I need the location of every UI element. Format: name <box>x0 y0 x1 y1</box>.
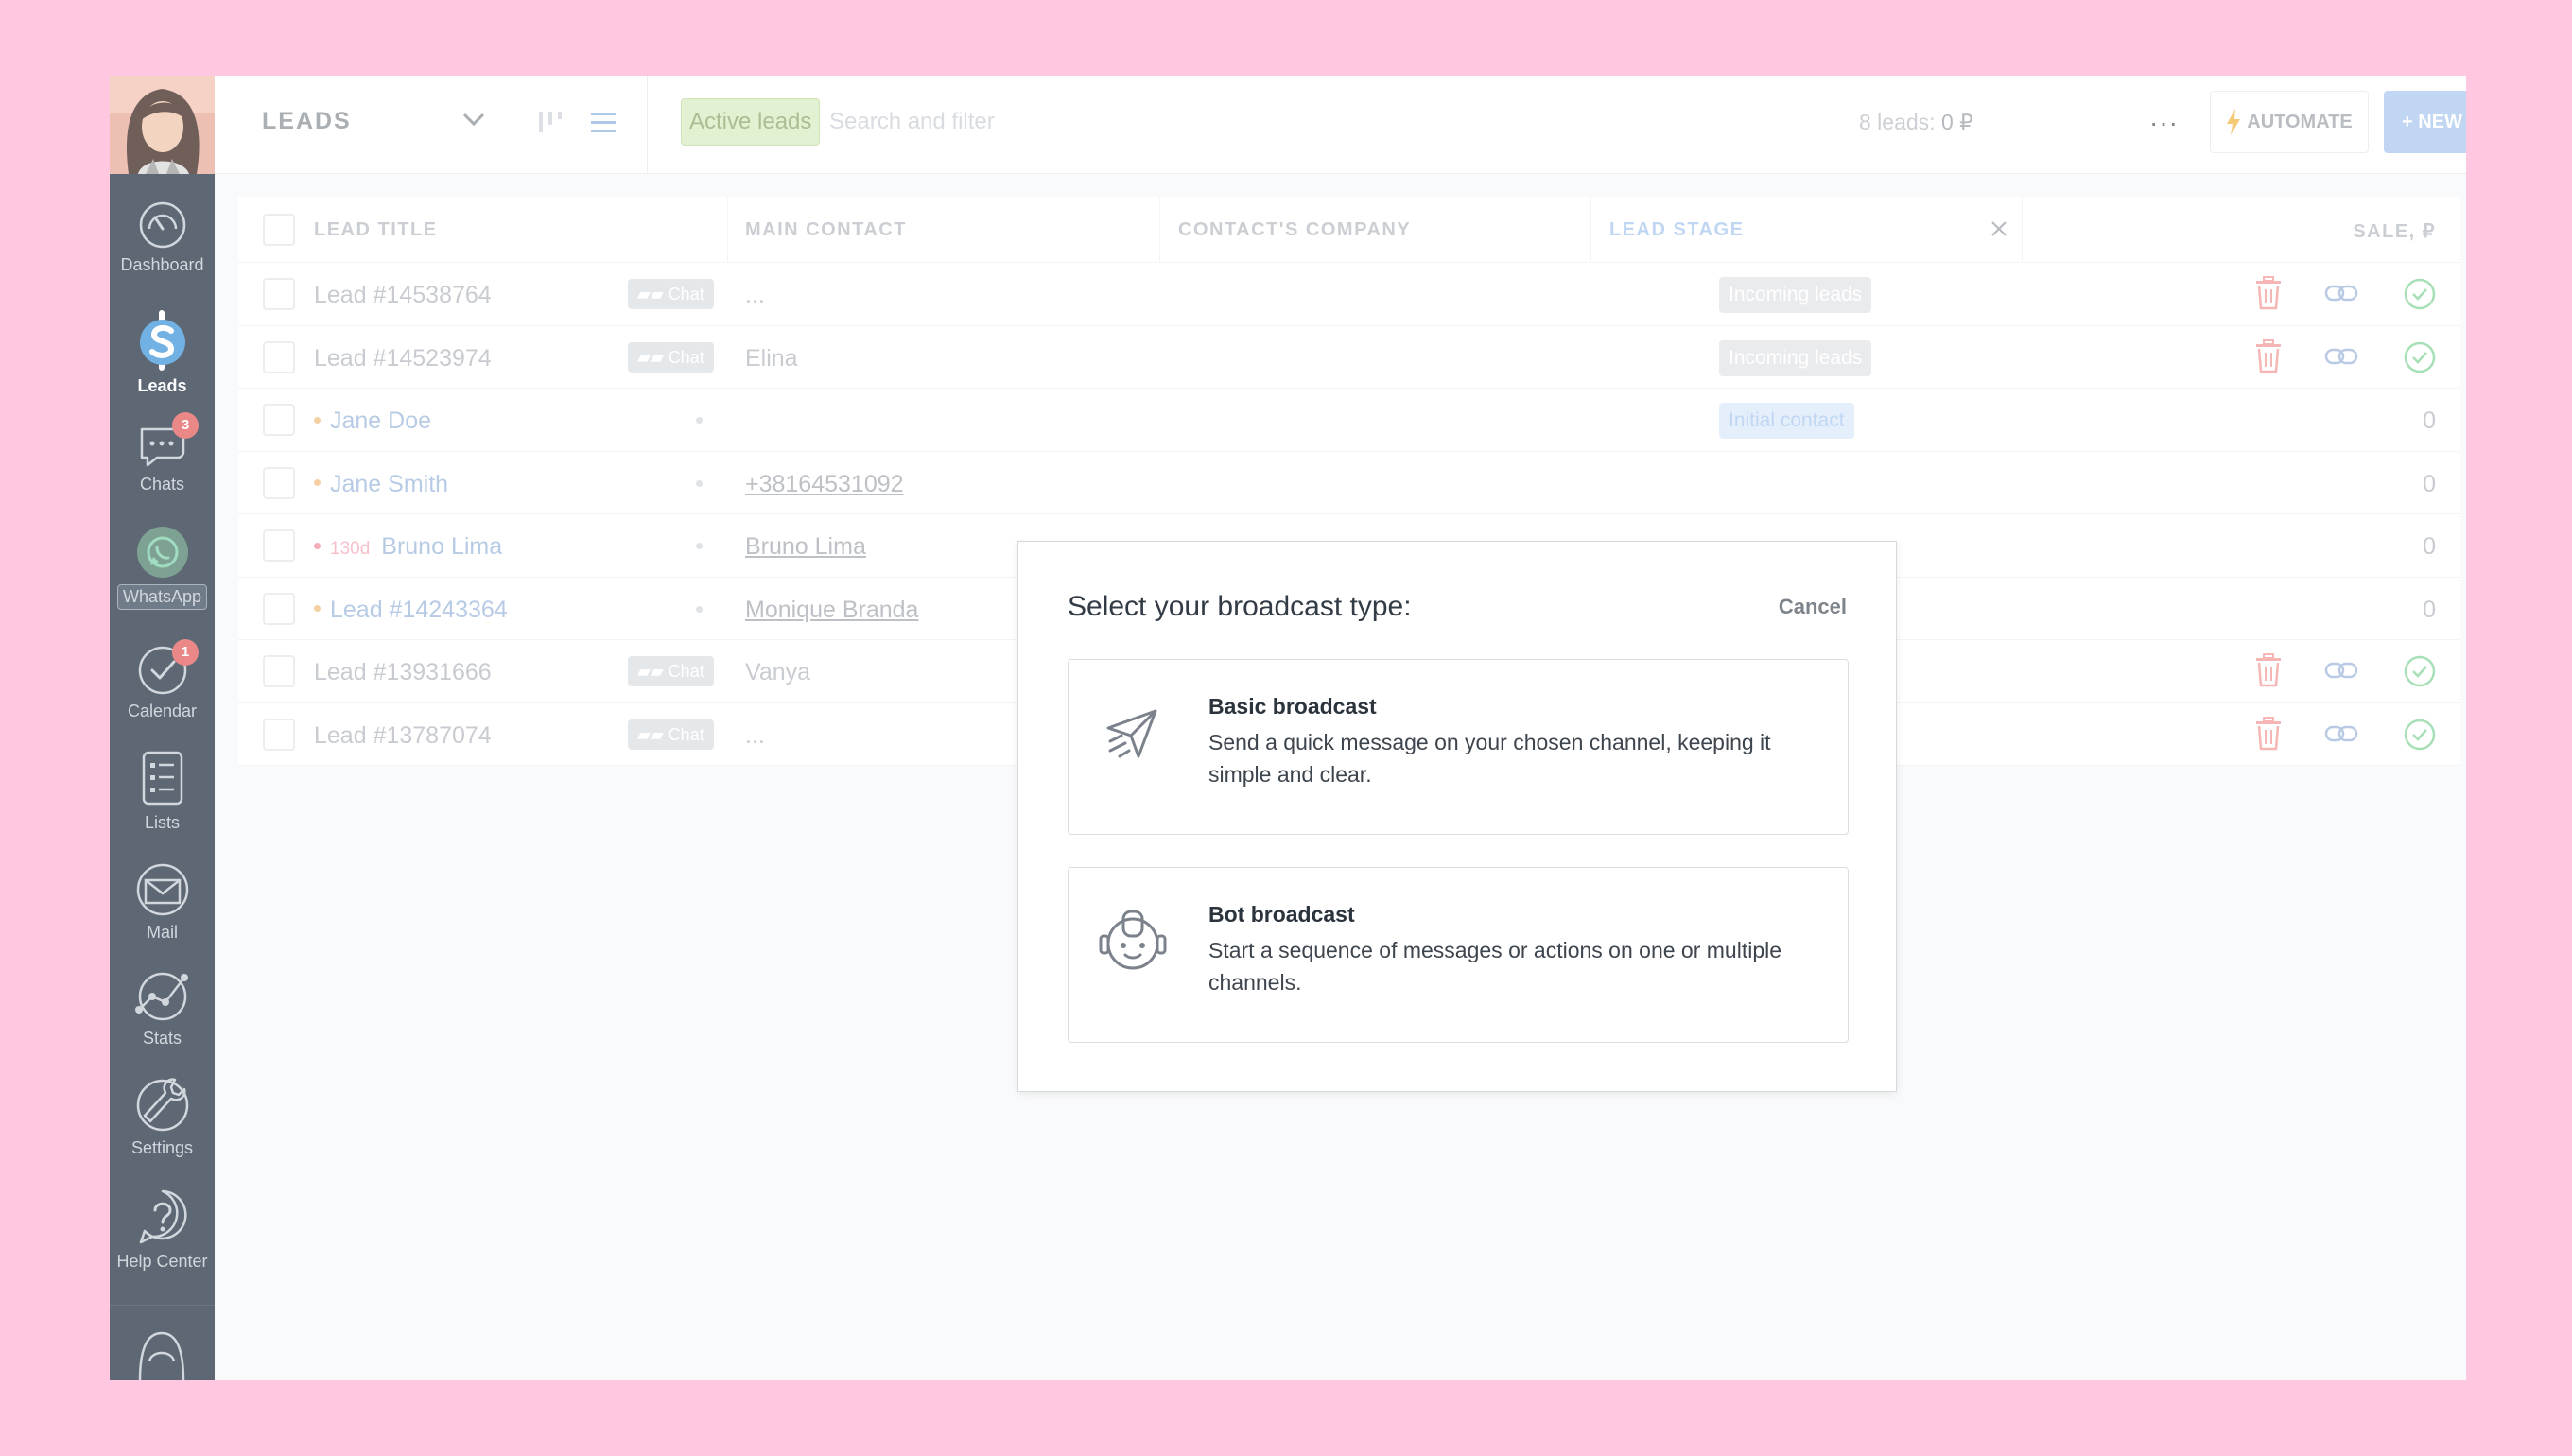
modal-title: Select your broadcast type: <box>1068 591 1412 622</box>
app-window: Dashboard Leads 3 Chats WhatsApp 1 Calen… <box>110 76 2466 1380</box>
basic-broadcast-option[interactable]: Basic broadcast Send a quick message on … <box>1068 659 1849 835</box>
option-title: Bot broadcast <box>1208 902 1355 927</box>
option-description: Send a quick message on your chosen chan… <box>1208 730 1771 787</box>
broadcast-type-modal: Select your broadcast type: Cancel Basic… <box>1017 541 1897 1092</box>
robot-icon <box>1099 910 1167 970</box>
option-title: Basic broadcast <box>1208 694 1377 719</box>
option-description: Start a sequence of messages or actions … <box>1208 938 1782 995</box>
cancel-button[interactable]: Cancel <box>1779 595 1847 619</box>
paper-plane-icon <box>1106 709 1157 758</box>
bot-broadcast-option[interactable]: Bot broadcast Start a sequence of messag… <box>1068 867 1849 1043</box>
